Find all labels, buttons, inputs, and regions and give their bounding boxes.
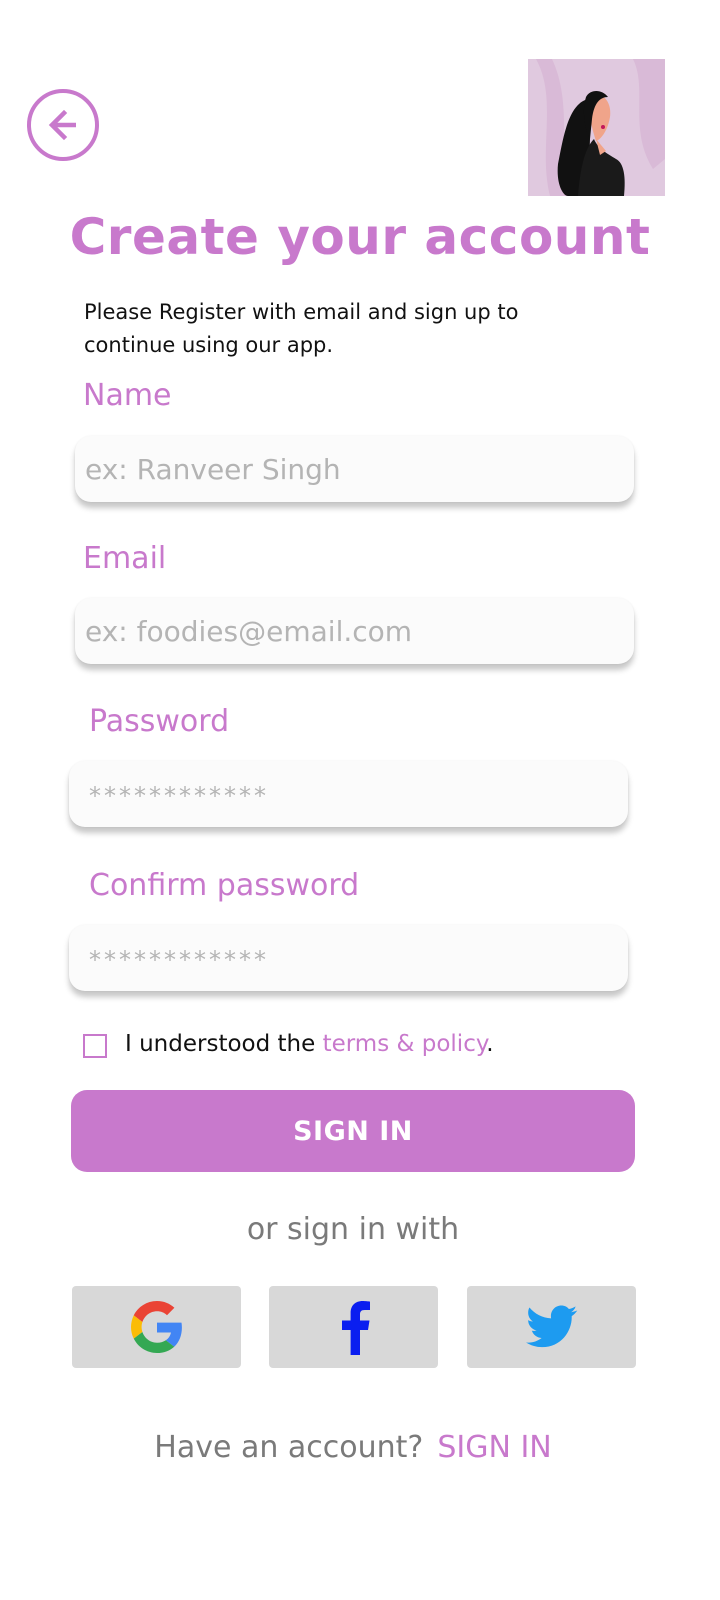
sign-in-button[interactable]: SIGN IN [71,1090,635,1172]
facebook-icon [341,1301,370,1355]
page-subtitle: Please Register with email and sign up t… [84,300,519,357]
arrow-left-circle-icon [48,109,76,141]
twitter-icon [525,1305,577,1348]
terms-checkbox[interactable] [83,1034,107,1058]
footer-sign-in-link[interactable]: SIGN IN [437,1430,551,1465]
avatar [528,59,665,196]
terms-prefix: I understood the [125,1031,323,1057]
confirm-password-input[interactable] [69,925,628,991]
terms-policy-link[interactable]: terms & policy [323,1031,487,1057]
have-account-text: Have an account? [154,1430,424,1465]
or-sign-in-with-text: or sign in with [246,1212,460,1247]
name-label: Name [83,378,172,413]
password-label: Password [89,704,230,739]
password-input[interactable] [69,761,628,827]
page-title: Create your account [69,208,651,266]
twitter-sign-in-button[interactable] [467,1286,636,1368]
woman-illustration-icon [528,59,665,196]
email-label: Email [83,541,167,576]
name-input[interactable] [75,436,634,502]
terms-suffix: . [486,1031,494,1057]
back-button[interactable] [27,89,99,161]
google-icon [130,1301,182,1353]
terms-text: I understood the terms & policy. [125,1031,494,1057]
google-sign-in-button[interactable] [72,1286,241,1368]
facebook-sign-in-button[interactable] [269,1286,438,1368]
confirm-password-label: Confirm password [89,868,360,903]
email-input[interactable] [75,598,634,664]
footer: Have an account? SIGN IN [0,1430,706,1465]
